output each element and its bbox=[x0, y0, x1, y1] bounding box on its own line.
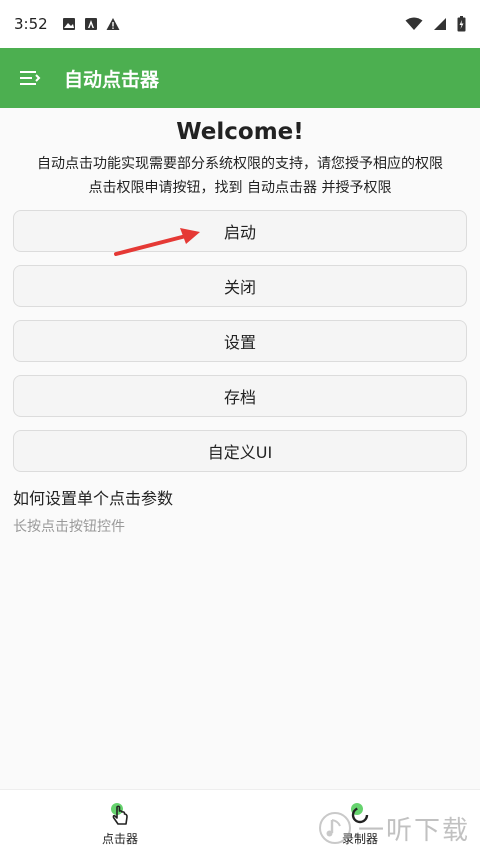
status-right bbox=[405, 16, 466, 32]
help-subtitle: 长按点击按钮控件 bbox=[13, 519, 125, 535]
hand-tap-icon bbox=[111, 803, 128, 825]
app-bar: 自动点击器 bbox=[0, 48, 480, 108]
app-notification-icon bbox=[84, 18, 97, 30]
battery-icon bbox=[457, 16, 466, 32]
status-time: 3:52 bbox=[14, 15, 48, 33]
wifi-icon bbox=[405, 17, 423, 30]
record-icon bbox=[351, 803, 369, 824]
nav-item-recorder[interactable]: 录制器 bbox=[240, 790, 480, 853]
close-button[interactable]: 关闭 bbox=[13, 265, 467, 307]
warning-icon bbox=[106, 18, 120, 30]
action-button-list: 启动 关闭 设置 存档 自定义UI bbox=[0, 210, 480, 472]
permission-description: 自动点击功能实现需要部分系统权限的支持，请您授予相应的权限 点击权限申请按钮，找… bbox=[0, 152, 480, 200]
bottom-navigation: 点击器 录制器 bbox=[0, 789, 480, 853]
status-left: 3:52 bbox=[14, 15, 120, 33]
description-line-2: 点击权限申请按钮，找到 自动点击器 并授予权限 bbox=[88, 180, 392, 196]
help-title: 如何设置单个点击参数 bbox=[13, 489, 174, 508]
start-button[interactable]: 启动 bbox=[13, 210, 467, 252]
welcome-heading: Welcome! bbox=[176, 119, 304, 145]
nav-item-clicker[interactable]: 点击器 bbox=[0, 790, 240, 853]
nav-label-clicker: 点击器 bbox=[101, 832, 138, 846]
custom-ui-button[interactable]: 自定义UI bbox=[13, 430, 467, 472]
description-line-1: 自动点击功能实现需要部分系统权限的支持，请您授予相应的权限 bbox=[37, 156, 443, 172]
archive-button[interactable]: 存档 bbox=[13, 375, 467, 417]
nav-label-recorder: 录制器 bbox=[341, 832, 378, 846]
image-notification-icon bbox=[62, 18, 75, 30]
cell-signal-icon bbox=[434, 18, 446, 30]
menu-open-icon[interactable] bbox=[18, 66, 42, 90]
main-content: Welcome! 自动点击功能实现需要部分系统权限的支持，请您授予相应的权限 点… bbox=[0, 108, 480, 539]
app-title: 自动点击器 bbox=[64, 68, 160, 91]
status-bar: 3:52 bbox=[0, 0, 480, 48]
settings-button[interactable]: 设置 bbox=[13, 320, 467, 362]
